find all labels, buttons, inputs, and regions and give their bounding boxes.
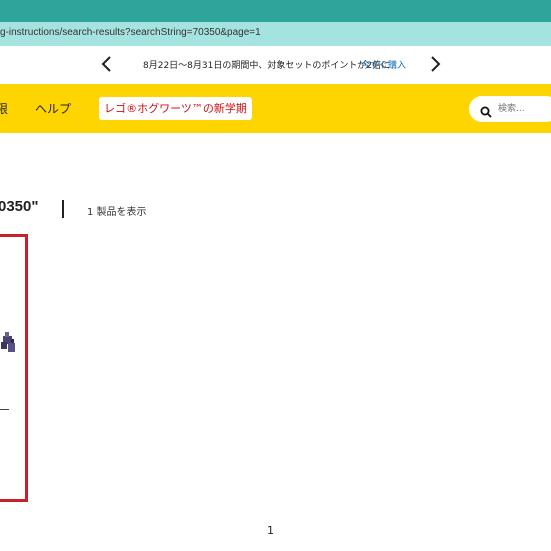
search-icon	[480, 103, 492, 122]
product-card-highlighted[interactable]	[0, 234, 28, 502]
promo-buy-link[interactable]: 今すぐ購入	[361, 58, 406, 71]
pagination-current-page[interactable]: 1	[267, 524, 274, 537]
chevron-left-icon	[101, 56, 111, 72]
results-count: 1 製品を表示	[87, 207, 147, 218]
nav-item-cut-off[interactable]: 限	[0, 100, 8, 117]
search-input[interactable]	[498, 100, 551, 118]
product-detail-dash	[0, 409, 9, 410]
divider	[62, 200, 64, 218]
page: g-instructions/search-results?searchStri…	[0, 0, 551, 551]
search-results-title: 0350"	[0, 198, 39, 215]
url-text[interactable]: g-instructions/search-results?searchStri…	[0, 27, 261, 38]
nav-item-help[interactable]: ヘルプ	[35, 100, 71, 117]
address-bar[interactable]: g-instructions/search-results?searchStri…	[0, 22, 551, 46]
promo-bar: 8月22日～8月31日の期間中、対象セットのポイントが2倍に 今すぐ購入	[0, 46, 551, 85]
hogwarts-promo-button[interactable]: レゴ®ホグワーツ™の新学期	[99, 97, 252, 120]
browser-tab-strip	[0, 0, 551, 22]
search-box[interactable]	[469, 96, 551, 122]
product-thumbnail[interactable]	[0, 330, 16, 358]
promo-prev-button[interactable]	[97, 54, 117, 74]
promo-message: 8月22日～8月31日の期間中、対象セットのポイントが2倍に	[143, 61, 391, 71]
promo-next-button[interactable]	[425, 54, 445, 74]
chevron-right-icon	[431, 56, 441, 72]
product-image-icon	[1, 332, 15, 352]
